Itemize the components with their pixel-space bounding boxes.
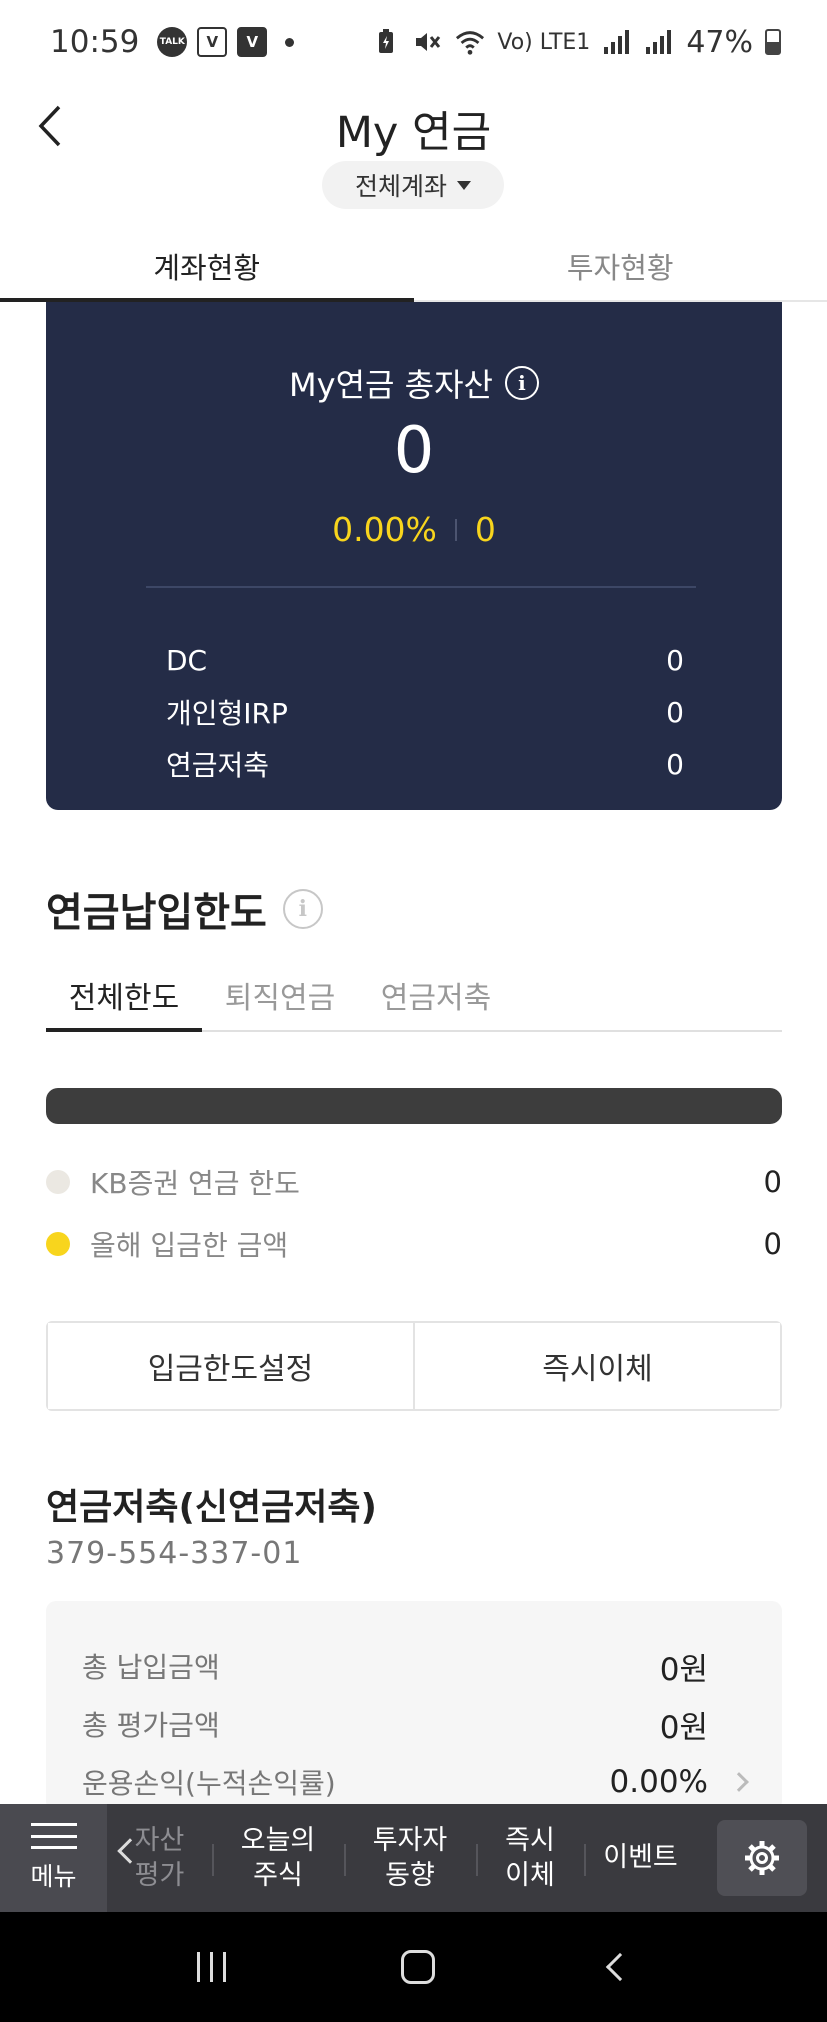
account-row-label: 총 평가금액 [82,1709,220,1742]
caret-down-icon [457,180,471,190]
info-icon[interactable]: i [504,366,539,400]
settings-button[interactable] [717,1820,807,1896]
account-row-profit-loss[interactable]: 운용손익(누적손익률) 0.00% [82,1762,708,1802]
quick-menu-instant-transfer[interactable]: 즉시 이체 [476,1804,584,1912]
change-amount: 0 [474,510,496,549]
home-button[interactable] [400,1950,435,1984]
account-select-label: 전체계좌 [354,172,447,201]
total-assets-title-row: My연금 총자산 i [46,360,782,406]
bottom-quick-menu: 메뉴 자산 평가 오늘의 주식 투자자 동향 즉시 이체 이벤트 [0,1804,827,1912]
system-nav-bar [0,1912,827,2022]
account-row-label: 총 납입금액 [82,1651,220,1684]
wifi-icon [455,27,485,57]
tab-account-status[interactable]: 계좌현황 [0,232,414,302]
quick-menu-todays-stock[interactable]: 오늘의 주식 [212,1804,344,1912]
summary-row-value: 0 [666,695,684,729]
legend-dot [46,1232,70,1256]
gear-icon [745,1841,779,1875]
status-time: 10:59 [50,24,140,60]
battery-icon [765,29,781,55]
account-row-value: 0원 [659,1709,708,1746]
summary-row-label: 연금저축 [166,749,270,782]
summary-row-dc: DC 0 [166,640,684,680]
legend-kb-limit: KB증권 연금 한도 0 [46,1160,782,1204]
summary-row-value: 0 [666,747,684,781]
info-icon[interactable]: i [282,889,323,929]
account-number: 379-554-337-01 [46,1536,303,1571]
summary-row-value: 0 [666,643,684,677]
recents-button[interactable] [197,1952,227,1982]
battery-saver-icon [371,27,401,57]
quick-menu-investor-trend[interactable]: 투자자 동향 [344,1804,476,1912]
battery-percent: 47% [686,24,753,60]
limit-section-title: 연금납입한도 [46,890,267,936]
summary-row-label: 개인형IRP [166,697,288,730]
change-divider [454,518,457,541]
total-assets-card: My연금 총자산 i 0 0.00% 0 DC 0 개인형IRP 0 연금저축 … [46,302,782,810]
limit-tabs: 전체한도 퇴직연금 연금저축 [46,960,782,1032]
status-bar: 10:59 TALK V V Vo) LTE1 47% [0,0,827,84]
summary-row-pension-savings: 연금저축 0 [166,744,684,784]
v-icon: V [197,27,228,57]
mute-icon [413,27,443,57]
account-row-label: 운용손익(누적손익률) [82,1767,336,1800]
account-select-dropdown[interactable]: 전체계좌 [322,161,504,209]
v-box-icon: V [237,27,268,57]
signal-icon [602,27,632,57]
legend-value: 0 [763,1227,782,1261]
summary-row-label: DC [166,643,208,677]
instant-transfer-button[interactable]: 즉시이체 [413,1323,780,1409]
account-row-total-paid: 총 납입금액 0원 [82,1646,708,1688]
signal-roaming-icon [644,27,674,57]
set-deposit-limit-button[interactable]: 입금한도설정 [48,1323,413,1409]
menu-button[interactable]: 메뉴 [0,1804,107,1912]
account-row-value: 0.00% [609,1764,708,1800]
tab-retirement-pension[interactable]: 퇴직연금 [202,960,358,1030]
legend-dot [46,1170,70,1194]
legend-deposited-this-year: 올해 입금한 금액 0 [46,1222,782,1266]
summary-divider [146,586,696,588]
volte-label: Vo) LTE1 [497,29,591,55]
quick-menu-scroll: 자산 평가 오늘의 주식 투자자 동향 즉시 이체 이벤트 [107,1804,707,1912]
talk-icon: TALK [157,27,188,57]
page-title: My 연금 [335,108,492,158]
tab-investment-status[interactable]: 투자현황 [414,232,827,300]
total-assets-value: 0 [393,414,435,488]
account-name: 연금저축(신연금저축) [46,1487,377,1528]
tab-total-limit[interactable]: 전체한도 [46,960,202,1032]
hamburger-icon [30,1823,77,1849]
chevron-right-icon [729,1772,749,1792]
total-assets-change: 0.00% 0 [46,510,782,549]
account-row-value: 0원 [659,1651,708,1688]
legend-value: 0 [763,1165,782,1199]
limit-actions: 입금한도설정 즉시이체 [46,1321,782,1411]
tab-pension-savings[interactable]: 연금저축 [358,960,514,1030]
account-row-total-valuation: 총 평가금액 0원 [82,1704,708,1746]
system-back-button[interactable] [605,1952,634,1982]
summary-row-irp: 개인형IRP 0 [166,692,684,732]
more-notifications-icon [285,37,295,47]
quick-menu-event[interactable]: 이벤트 [584,1804,697,1912]
account-summary-card[interactable]: 총 납입금액 0원 총 평가금액 0원 운용손익(누적손익률) 0.00% [46,1601,782,1811]
quick-menu-asset-valuation[interactable]: 자산 평가 [107,1804,212,1912]
total-assets-title: My연금 총자산 [289,366,493,404]
menu-label: 메뉴 [30,1862,77,1891]
legend-label: KB증권 연금 한도 [90,1167,300,1200]
limit-progress-bar [46,1088,782,1124]
legend-label: 올해 입금한 금액 [90,1229,289,1262]
main-tabs: 계좌현황 투자현황 [0,232,827,302]
limit-section-title-row: 연금납입한도 i [46,880,323,938]
change-rate: 0.00% [332,510,437,549]
